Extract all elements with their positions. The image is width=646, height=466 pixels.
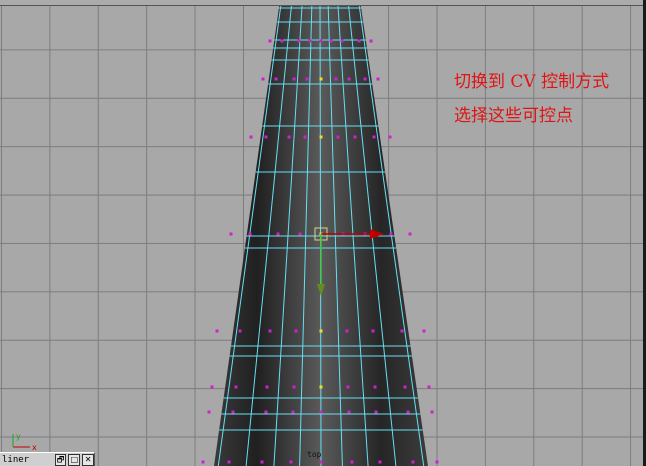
axis-y-label: y [16,432,21,441]
cv-point[interactable] [422,329,426,333]
cv-point[interactable] [229,232,233,236]
cv-point[interactable] [435,460,439,464]
cv-point[interactable] [357,39,361,43]
cv-point[interactable] [374,410,378,414]
cv-point[interactable] [346,385,350,389]
cv-point[interactable] [227,460,231,464]
cv-point[interactable] [249,135,253,139]
cv-point[interactable] [234,385,238,389]
cv-point[interactable] [411,460,415,464]
cv-point[interactable] [264,410,268,414]
cv-point[interactable] [264,135,268,139]
cv-point[interactable] [369,39,373,43]
cv-point[interactable] [231,410,235,414]
cv-point[interactable] [363,77,367,81]
cv-point[interactable] [372,135,376,139]
cv-point[interactable] [319,135,323,139]
cv-point[interactable] [350,460,354,464]
cv-point[interactable] [378,460,382,464]
cv-point[interactable] [340,39,344,43]
cv-point[interactable] [400,329,404,333]
cv-point[interactable] [201,460,205,464]
cv-point[interactable] [261,77,265,81]
cv-point[interactable] [353,135,357,139]
cv-point[interactable] [280,39,284,43]
camera-label: top [307,450,322,459]
cv-point[interactable] [268,39,272,43]
cv-point[interactable] [238,329,242,333]
cv-point[interactable] [303,135,307,139]
cv-point[interactable] [276,232,280,236]
cv-point[interactable] [406,410,410,414]
cv-point[interactable] [294,329,298,333]
cv-point[interactable] [305,77,309,81]
cv-point[interactable] [319,39,323,43]
cv-point[interactable] [319,77,323,81]
cv-point[interactable] [268,329,272,333]
outliner-title: liner [2,454,30,465]
maximize-icon[interactable]: □ [68,453,81,466]
cv-point[interactable] [329,39,333,43]
cv-point[interactable] [319,329,323,333]
annotation-line-1: 切换到 CV 控制方式 [454,72,610,92]
cv-point[interactable] [292,385,296,389]
cv-point[interactable] [297,39,301,43]
cv-point[interactable] [215,329,219,333]
cv-point[interactable] [347,77,351,81]
annotation-line-2: 选择这些可控点 [454,106,573,126]
cv-point[interactable] [291,410,295,414]
cv-point[interactable] [347,410,351,414]
cv-point[interactable] [274,77,278,81]
cv-point[interactable] [260,460,264,464]
cv-point[interactable] [403,385,407,389]
cv-point[interactable] [210,385,214,389]
cv-point[interactable] [207,410,211,414]
cv-point[interactable] [345,329,349,333]
cv-point[interactable] [430,410,434,414]
cv-point[interactable] [308,39,312,43]
close-icon[interactable]: ✕ [82,453,94,466]
cv-point[interactable] [334,77,338,81]
cv-point[interactable] [319,385,323,389]
cv-point[interactable] [289,460,293,464]
cv-point[interactable] [248,232,252,236]
outliner-panel-tab[interactable]: liner 🗗 □ ✕ [0,452,95,466]
cv-point[interactable] [408,232,412,236]
cv-point[interactable] [287,135,291,139]
axis-gizmo-icon: x y [12,432,37,452]
cv-point[interactable] [319,460,323,464]
cv-point[interactable] [373,385,377,389]
cv-point[interactable] [319,410,323,414]
cv-point[interactable] [298,232,302,236]
cv-point[interactable] [336,135,340,139]
cv-point[interactable] [389,232,393,236]
cv-point[interactable] [388,135,392,139]
axis-x-label: x [32,443,37,452]
viewport-top-strip [0,0,646,6]
restore-icon[interactable]: 🗗 [54,453,67,466]
cv-point[interactable] [427,385,431,389]
cv-point[interactable] [376,77,380,81]
cv-point[interactable] [292,77,296,81]
cv-point[interactable] [371,329,375,333]
cv-point[interactable] [265,385,269,389]
